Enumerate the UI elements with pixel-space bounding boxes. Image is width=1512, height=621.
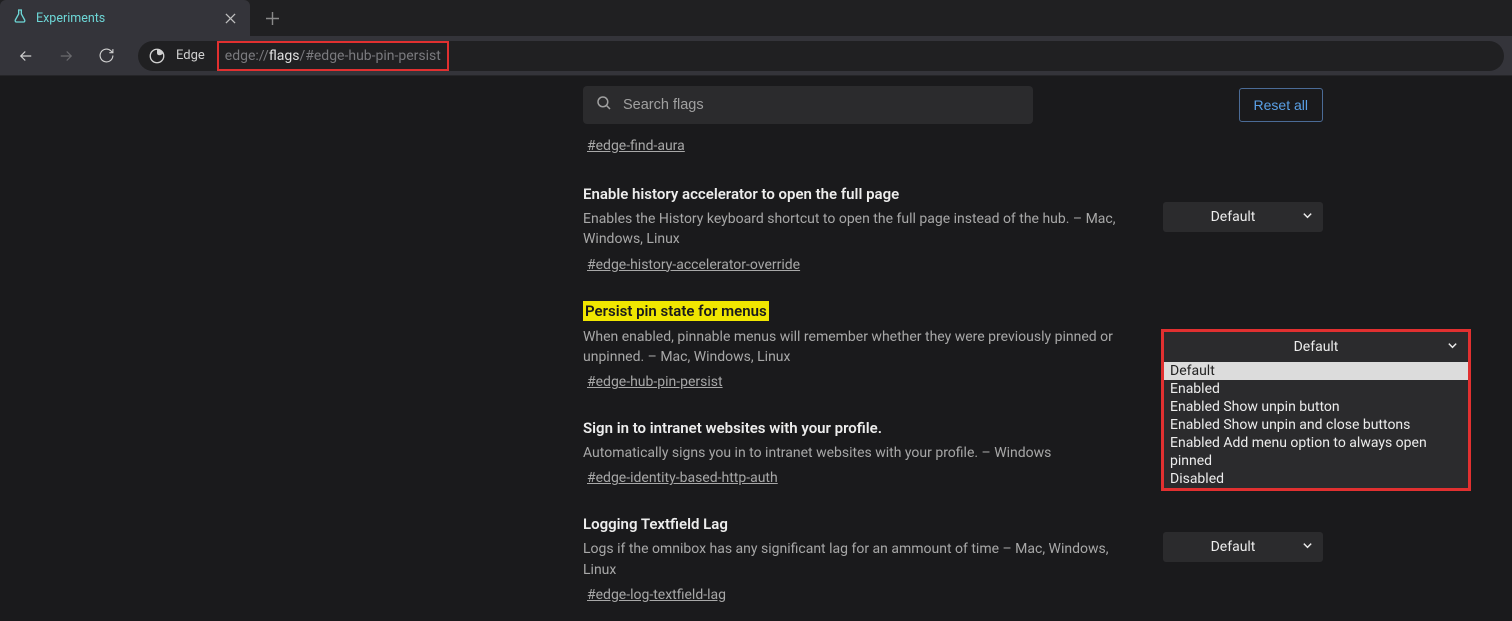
dropdown-option[interactable]: Enabled [1164,380,1468,398]
content-area: Reset all #edge-find-aura Enable history… [0,76,1512,582]
toolbar: Edge edge://flags/#edge-hub-pin-persist [0,36,1512,76]
flag-item: Persist pin state for menus When enabled… [583,291,1323,409]
close-icon[interactable] [218,6,242,30]
refresh-button[interactable] [88,40,124,72]
flags-list: #edge-find-aura Enable history accelerat… [583,134,1323,621]
flag-description: Logs if the omnibox has any significant … [583,539,1139,580]
tab-title: Experiments [36,11,210,26]
forward-button[interactable] [48,40,84,72]
dropdown-option[interactable]: Default [1164,362,1468,380]
back-button[interactable] [8,40,44,72]
flag-select[interactable]: Default [1163,202,1323,232]
flag-description: Automatically signs you in to intranet w… [583,443,1299,463]
url-highlight: edge://flags/#edge-hub-pin-persist [217,41,449,71]
flag-item: Logging Textfield Lag Logs if the omnibo… [583,504,1323,621]
new-tab-button[interactable] [256,2,288,34]
search-input[interactable] [623,97,1021,113]
tab-bar: Experiments [0,0,1512,36]
flag-anchor-link[interactable]: #edge-hub-pin-persist [587,374,723,390]
flag-anchor-link[interactable]: #edge-identity-based-http-auth [587,470,778,486]
flag-select[interactable]: Default [1164,332,1468,362]
flag-item: Sign in to intranet websites with your p… [583,408,1323,504]
search-icon [595,94,613,116]
flag-description: When enabled, pinnable menus will rememb… [583,327,1139,368]
search-flags-box[interactable] [583,86,1033,124]
flag-anchor-link[interactable]: #edge-find-aura [587,138,1323,154]
flag-title: Sign in to intranet websites with your p… [583,419,882,437]
flag-title: Enable history accelerator to open the f… [583,185,899,203]
flag-anchor-link[interactable]: #edge-log-textfield-lag [587,587,726,603]
reset-all-button[interactable]: Reset all [1239,88,1323,122]
chevron-down-icon [1447,339,1458,355]
flag-description: Enables the History keyboard shortcut to… [583,209,1139,250]
address-bar[interactable]: Edge edge://flags/#edge-hub-pin-persist [138,41,1504,71]
flag-title: Logging Textfield Lag [583,515,728,533]
url-text: edge://flags/#edge-hub-pin-persist [225,48,441,64]
flag-item: Enable history accelerator to open the f… [583,174,1323,291]
flag-title: Persist pin state for menus [583,301,769,321]
chevron-down-icon [1302,209,1313,225]
flag-anchor-link[interactable]: #edge-history-accelerator-override [587,257,800,273]
flag-select[interactable]: Default [1163,532,1323,562]
edge-icon [148,47,166,65]
chevron-down-icon [1302,539,1313,555]
flask-icon [12,8,28,28]
browser-tab[interactable]: Experiments [0,0,250,36]
edge-label: Edge [176,48,205,63]
